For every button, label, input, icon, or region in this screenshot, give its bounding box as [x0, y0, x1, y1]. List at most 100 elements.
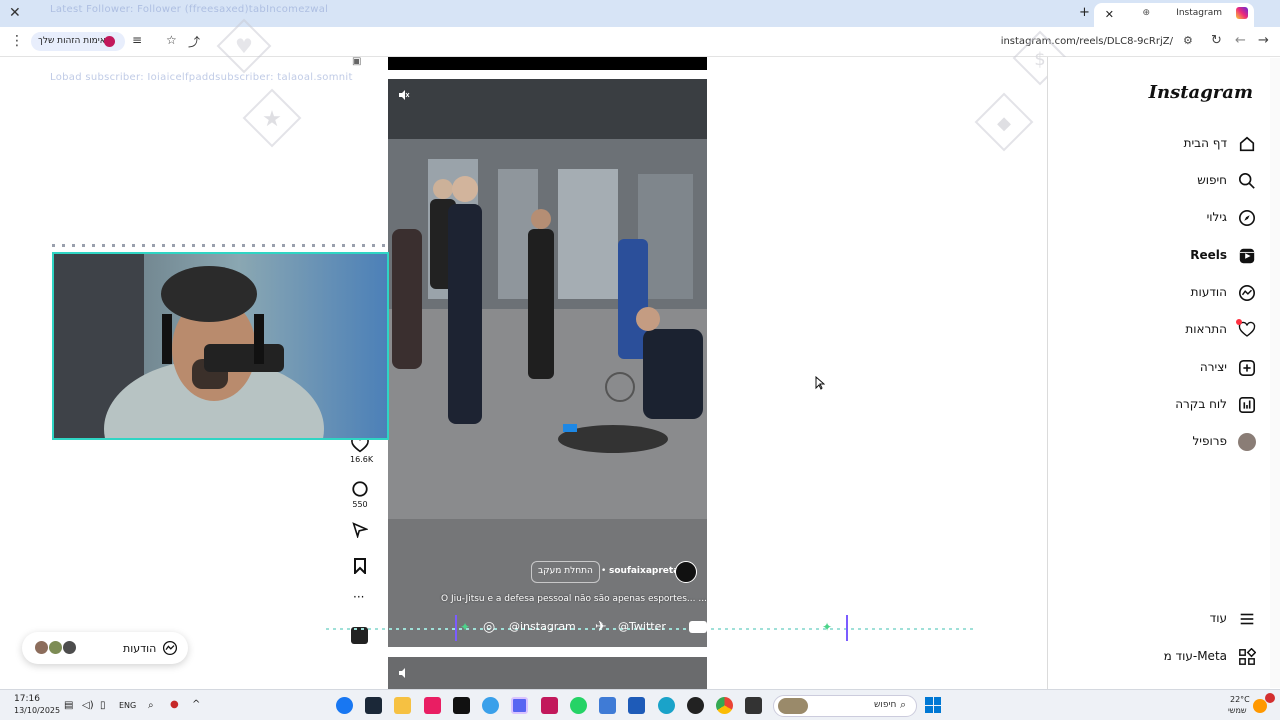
- sidebar-meta-label: עוד מ-Meta: [1163, 649, 1227, 663]
- browser-app-icon[interactable]: [482, 697, 499, 714]
- volume-icon[interactable]: ◁): [82, 700, 94, 711]
- comment-button[interactable]: 550: [350, 480, 370, 509]
- sidebar-item-label: פרופיל: [1192, 434, 1227, 448]
- tiktok-app-icon[interactable]: [453, 697, 470, 714]
- banner-twitter-handle: @Twitter: [618, 620, 666, 633]
- profile-avatar: [1238, 433, 1256, 451]
- likes-count: 16.6K: [350, 455, 374, 464]
- file-explorer-icon[interactable]: [394, 697, 411, 714]
- grid-apps-icon: [1239, 648, 1256, 665]
- webcam-overlay: [52, 252, 389, 440]
- browser-toolbar: ⋮ אימות הזהות שלך ≡ ☆ ⤴ instagram.com/re…: [0, 27, 1280, 57]
- sidebar-item-dashboard[interactable]: לוח בקרה: [1047, 390, 1280, 420]
- forward-icon[interactable]: ←: [1235, 33, 1246, 48]
- obs-app-icon[interactable]: [687, 697, 704, 714]
- diamond-gem-icon: ◆: [974, 92, 1034, 152]
- diamond-heart-icon: ♥: [216, 18, 272, 74]
- save-bookmark-icon[interactable]: [353, 558, 367, 574]
- adobe-app-icon[interactable]: [541, 697, 558, 714]
- sidebar-item-label: חיפוש: [1197, 173, 1227, 187]
- sidebar-item-profile[interactable]: פרופיל: [1047, 427, 1280, 457]
- battery-icon[interactable]: ▯: [100, 700, 106, 711]
- calculator-app-icon[interactable]: [599, 697, 616, 714]
- sparkle-icon: ✦: [460, 620, 471, 634]
- sidebar-item-home[interactable]: דף הבית: [1047, 129, 1280, 159]
- mute-icon[interactable]: [398, 89, 410, 101]
- tab-instagram[interactable]: [1094, 3, 1254, 27]
- author-avatar[interactable]: [675, 561, 697, 583]
- new-tab-button[interactable]: +: [1079, 5, 1090, 20]
- sidebar-more[interactable]: עוד: [1047, 604, 1280, 634]
- follow-button[interactable]: התחלת מעקב: [531, 561, 600, 583]
- svg-text:★: ★: [262, 107, 282, 132]
- edge-app-icon[interactable]: [658, 697, 675, 714]
- svg-text:$: $: [1034, 49, 1045, 70]
- back-icon[interactable]: →: [1258, 33, 1269, 48]
- tab-close-icon[interactable]: ✕: [1105, 8, 1114, 21]
- instagram-logo[interactable]: Instagram: [1149, 82, 1253, 103]
- messages-label: הודעות: [123, 642, 157, 655]
- input-language[interactable]: ENG: [119, 701, 136, 710]
- sidebar-item-create[interactable]: יצירה: [1047, 353, 1280, 383]
- sidebar-item-label: הודעות: [1190, 285, 1227, 299]
- sidebar-item-explore[interactable]: גילוי: [1047, 203, 1280, 233]
- clock-date[interactable]: 13/10/2025: [14, 706, 60, 715]
- comment-icon: [352, 481, 368, 497]
- youtube-banner-icon: [689, 621, 707, 633]
- network-icon[interactable]: ▤: [64, 700, 73, 711]
- message-avatar: [48, 640, 63, 655]
- chevron-up-icon[interactable]: ^: [192, 699, 200, 710]
- next-mute-icon[interactable]: [398, 667, 410, 679]
- windows-taskbar: 17:16 13/10/2025 ▤ ◁) ▯ ENG ⌕ ● ^ חיפוש …: [0, 689, 1280, 720]
- record-icon[interactable]: ●: [170, 699, 179, 710]
- reload-icon[interactable]: ↻: [1211, 33, 1222, 48]
- search-icon: ⌕: [900, 698, 907, 711]
- reel-video[interactable]: התחלת מעקב • soufaixapreta O Jiu-Jitsu e…: [388, 79, 707, 647]
- site-info-icon[interactable]: ⚙: [1183, 34, 1193, 47]
- bookmark-star-icon[interactable]: ☆: [166, 33, 177, 47]
- previous-reel-edge: [388, 57, 707, 70]
- reading-list-icon[interactable]: ≡: [132, 33, 142, 47]
- sidebar-item-messages[interactable]: הודעות: [1047, 278, 1280, 308]
- share-send-icon[interactable]: [352, 522, 368, 538]
- sidebar-item-reels[interactable]: Reels: [1047, 241, 1280, 271]
- facebook-app-icon[interactable]: [336, 697, 353, 714]
- messenger-icon: [1238, 284, 1256, 302]
- terminal-app-icon[interactable]: [745, 697, 762, 714]
- weather-desc[interactable]: שמשי: [1228, 706, 1247, 715]
- discord-app-icon[interactable]: [511, 697, 528, 714]
- like-button[interactable]: 16.6K: [350, 437, 374, 464]
- separator-dot: •: [601, 566, 607, 576]
- plus-square-icon: [1238, 359, 1256, 377]
- more-options-icon[interactable]: ···: [353, 590, 364, 604]
- instagram-logo-icon: [1236, 7, 1248, 19]
- reel-author[interactable]: soufaixapreta: [609, 566, 679, 576]
- mic-icon[interactable]: ⌕: [148, 700, 154, 711]
- window-close-icon[interactable]: ✕: [9, 5, 21, 21]
- store-app-icon[interactable]: [628, 697, 645, 714]
- webcam-frame-decoration: [52, 244, 388, 247]
- messages-drawer[interactable]: הודעות: [22, 632, 188, 664]
- sidebar-item-notifications[interactable]: התראות: [1047, 315, 1280, 345]
- reel-caption[interactable]: O Jiu-Jitsu e a defesa pessoal não são a…: [441, 594, 707, 604]
- page-scrollbar[interactable]: [1270, 58, 1280, 688]
- whatsapp-app-icon[interactable]: [570, 697, 587, 714]
- clock-time[interactable]: 17:16: [14, 694, 40, 704]
- next-reel-preview[interactable]: [388, 657, 707, 689]
- media-app-icon[interactable]: [424, 697, 441, 714]
- weather-temp[interactable]: 22°C: [1230, 695, 1250, 704]
- steam-app-icon[interactable]: [365, 697, 382, 714]
- sidebar-more-label: עוד: [1209, 611, 1227, 625]
- chrome-app-icon[interactable]: [716, 697, 733, 714]
- share-icon[interactable]: ⤴: [188, 33, 200, 50]
- weather-sun-icon[interactable]: [1253, 699, 1267, 713]
- home-icon: [1239, 136, 1255, 152]
- menu-dots-icon[interactable]: ⋮: [10, 33, 24, 49]
- hamburger-menu-icon: [1240, 613, 1254, 625]
- windows-start-icon[interactable]: [925, 697, 941, 713]
- sidebar-item-search[interactable]: חיפוש: [1047, 166, 1280, 196]
- sidebar-item-label: גילוי: [1206, 210, 1227, 224]
- sidebar-more-from-meta[interactable]: עוד מ-Meta: [1047, 642, 1280, 672]
- notification-badge: [1236, 319, 1242, 325]
- taskbar-search[interactable]: חיפוש ⌕: [773, 695, 917, 717]
